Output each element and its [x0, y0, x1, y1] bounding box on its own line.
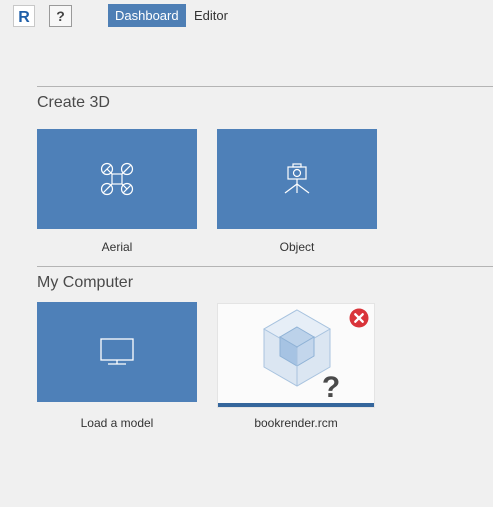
- recent-project-name: bookrender.rcm: [254, 416, 338, 430]
- tab-editor[interactable]: Editor: [187, 4, 235, 27]
- thumbnail-accent-bar: [218, 403, 374, 407]
- monitor-icon: [100, 338, 134, 365]
- load-model-tile[interactable]: [37, 302, 197, 402]
- my-computer-heading: My Computer: [37, 274, 134, 291]
- camera-tripod-icon: [284, 163, 310, 194]
- svg-text:?: ?: [322, 371, 340, 404]
- load-model-label: Load a model: [80, 416, 154, 430]
- recap-logo-button[interactable]: R: [13, 5, 35, 27]
- aerial-label: Aerial: [101, 240, 133, 254]
- object-tile[interactable]: [217, 129, 377, 229]
- section-divider: [37, 86, 493, 87]
- close-circle-icon: [349, 308, 369, 328]
- tab-dashboard[interactable]: Dashboard: [108, 4, 186, 27]
- remove-project-button[interactable]: [349, 308, 369, 328]
- svg-text:R: R: [18, 9, 30, 26]
- object-label: Object: [279, 240, 315, 254]
- create-3d-heading: Create 3D: [37, 94, 110, 111]
- top-bar: R ? Dashboard Editor: [0, 0, 493, 34]
- recap-logo-icon: R: [16, 8, 32, 26]
- drone-icon: [100, 162, 134, 196]
- help-button[interactable]: ?: [49, 5, 72, 27]
- recent-project-tile[interactable]: ?: [217, 303, 375, 408]
- aerial-tile[interactable]: [37, 129, 197, 229]
- section-divider: [37, 266, 493, 267]
